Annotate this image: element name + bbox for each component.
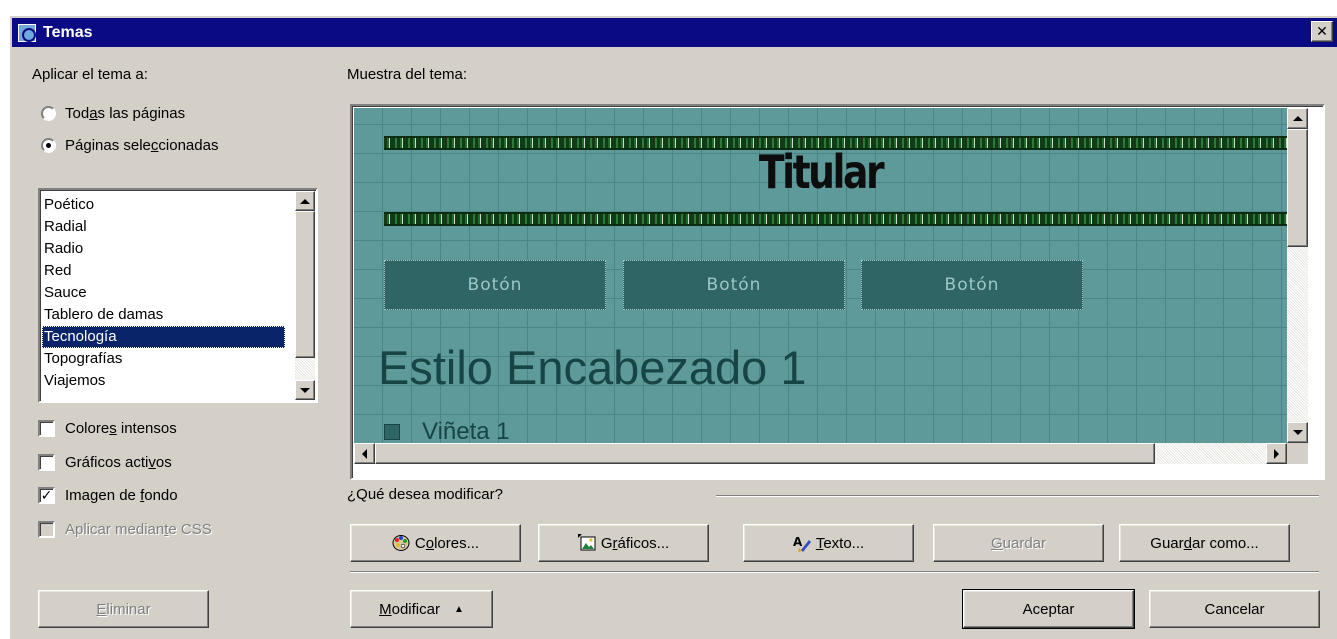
apply-to-label: Aplicar el tema a: <box>32 66 148 83</box>
active-graphics-label: Gráficos activos <box>65 454 172 471</box>
apply-css-box[interactable] <box>38 521 55 538</box>
arrow-left-icon <box>362 448 367 459</box>
background-image-box[interactable]: ✓ <box>38 487 55 504</box>
palette-icon <box>392 535 410 551</box>
checkbox-active-graphics[interactable]: Gráficos activos <box>38 454 172 471</box>
preview-nav-button-2: Botón <box>623 260 845 310</box>
theme-list-item[interactable]: Viajemos <box>42 370 285 392</box>
theme-list-item[interactable]: Radial <box>42 216 285 238</box>
colors-button-label: Colores... <box>414 534 480 552</box>
arrow-up-icon <box>300 198 310 204</box>
text-button-label: Texto... <box>815 534 865 552</box>
cancel-button[interactable]: Cancelar <box>1149 590 1320 628</box>
theme-list-item[interactable]: Sauce <box>42 282 285 304</box>
themes-app-icon <box>18 23 36 42</box>
preview-bullet-text: Viñeta 1 <box>422 418 510 443</box>
colors-button[interactable]: Colores... <box>350 524 521 562</box>
save-as-button-label: Guardar como... <box>1150 534 1259 552</box>
delete-button[interactable]: Eliminar <box>38 590 209 628</box>
radio-selected-indicator[interactable] <box>41 138 56 153</box>
radio-selected-pages[interactable]: Páginas seleccionadas <box>41 137 218 154</box>
modify-button[interactable]: Modificar ▲ <box>350 590 493 628</box>
text-button[interactable]: A Texto... <box>743 524 914 562</box>
preview-canvas: Titular Botón Botón Botón Estilo Encabez… <box>354 108 1287 443</box>
active-graphics-box[interactable] <box>38 454 55 471</box>
theme-list-items: Poético Radial Radio Red Sauce Tablero de dam… <box>42 194 285 392</box>
scrollbar-corner <box>1287 443 1308 464</box>
save-button[interactable]: Guardar <box>933 524 1104 562</box>
radio-all-indicator[interactable] <box>41 106 56 121</box>
theme-preview: Titular Botón Botón Botón Estilo Encabez… <box>350 104 1325 480</box>
graphics-button-label: Gráficos... <box>600 534 670 552</box>
collapse-arrow-icon: ▲ <box>453 603 464 615</box>
theme-list-item[interactable]: Topografías <box>42 348 285 370</box>
text-brush-icon: A <box>793 535 811 552</box>
window-title: Temas <box>43 23 93 41</box>
checkbox-apply-css[interactable]: Aplicar mediante CSS <box>38 521 212 538</box>
scroll-down-button[interactable] <box>295 380 315 400</box>
bullet-square-icon <box>384 424 400 440</box>
preview-hscroll-thumb[interactable] <box>375 443 1155 464</box>
close-icon: ✕ <box>1316 23 1328 39</box>
modify-label: ¿Qué desea modificar? <box>347 486 503 503</box>
scroll-thumb[interactable] <box>295 211 315 358</box>
themes-dialog: Temas ✕ Aplicar el tema a: Todas las pág… <box>8 14 1337 639</box>
scroll-up-button[interactable] <box>295 191 315 211</box>
checkbox-vivid-colors[interactable]: Colores intensos <box>38 420 177 437</box>
radio-selected-label: Páginas seleccionadas <box>65 137 219 154</box>
preview-banner-title: Titular <box>758 145 885 199</box>
title-bar: Temas ✕ <box>12 18 1337 47</box>
ok-button-label: Aceptar <box>1022 600 1075 618</box>
preview-scroll-left[interactable] <box>354 443 375 464</box>
preview-vscroll-thumb[interactable] <box>1287 129 1308 247</box>
graphics-button[interactable]: Gráficos... <box>538 524 709 562</box>
preview-heading: Estilo Encabezado 1 <box>378 341 807 394</box>
apply-css-label: Aplicar mediante CSS <box>65 521 212 538</box>
arrow-right-icon <box>1274 448 1279 459</box>
theme-sample-label: Muestra del tema: <box>347 66 468 83</box>
arrow-down-icon <box>300 387 310 393</box>
close-button[interactable]: ✕ <box>1311 21 1333 42</box>
checkbox-background-image[interactable]: ✓ Imagen de fondo <box>38 487 178 504</box>
footer-separator <box>350 571 1319 573</box>
preview-bullet: Viñeta 1 <box>384 418 510 443</box>
theme-listbox[interactable]: Poético Radial Radio Red Sauce Tablero de dam… <box>38 188 318 403</box>
save-as-button[interactable]: Guardar como... <box>1119 524 1290 562</box>
ok-button[interactable]: Aceptar <box>962 589 1135 629</box>
background-image-label: Imagen de fondo <box>65 487 178 504</box>
preview-nav-button-1: Botón <box>384 260 606 310</box>
modify-separator <box>716 495 1319 497</box>
arrow-up-icon <box>1292 116 1303 121</box>
save-button-label: Guardar <box>990 534 1047 552</box>
vivid-colors-label: Colores intensos <box>65 420 177 437</box>
svg-text:A: A <box>793 535 803 549</box>
preview-scroll-up[interactable] <box>1287 108 1308 129</box>
preview-vertical-scrollbar[interactable] <box>1287 108 1308 443</box>
banner-strip-bottom <box>384 212 1287 226</box>
theme-list-scrollbar[interactable] <box>295 191 315 400</box>
preview-nav-button-3: Botón <box>861 260 1083 310</box>
radio-all-label: Todas las páginas <box>65 105 186 122</box>
theme-list-item[interactable]: Tecnología <box>42 326 285 348</box>
preview-scroll-down[interactable] <box>1287 422 1308 443</box>
vivid-colors-box[interactable] <box>38 420 55 437</box>
theme-list-item[interactable]: Red <box>42 260 285 282</box>
modify-button-label: Modificar <box>379 600 440 618</box>
preview-horizontal-scrollbar[interactable] <box>354 443 1287 464</box>
arrow-down-icon <box>1292 430 1303 435</box>
radio-all-pages[interactable]: Todas las páginas <box>41 105 185 122</box>
theme-list-item[interactable]: Radio <box>42 238 285 260</box>
cancel-button-label: Cancelar <box>1204 600 1265 618</box>
preview-scroll-right[interactable] <box>1266 443 1287 464</box>
picture-icon <box>577 534 596 551</box>
theme-list-item[interactable]: Poético <box>42 194 285 216</box>
theme-list-item[interactable]: Tablero de damas <box>42 304 285 326</box>
delete-button-label: Eliminar <box>96 600 151 618</box>
